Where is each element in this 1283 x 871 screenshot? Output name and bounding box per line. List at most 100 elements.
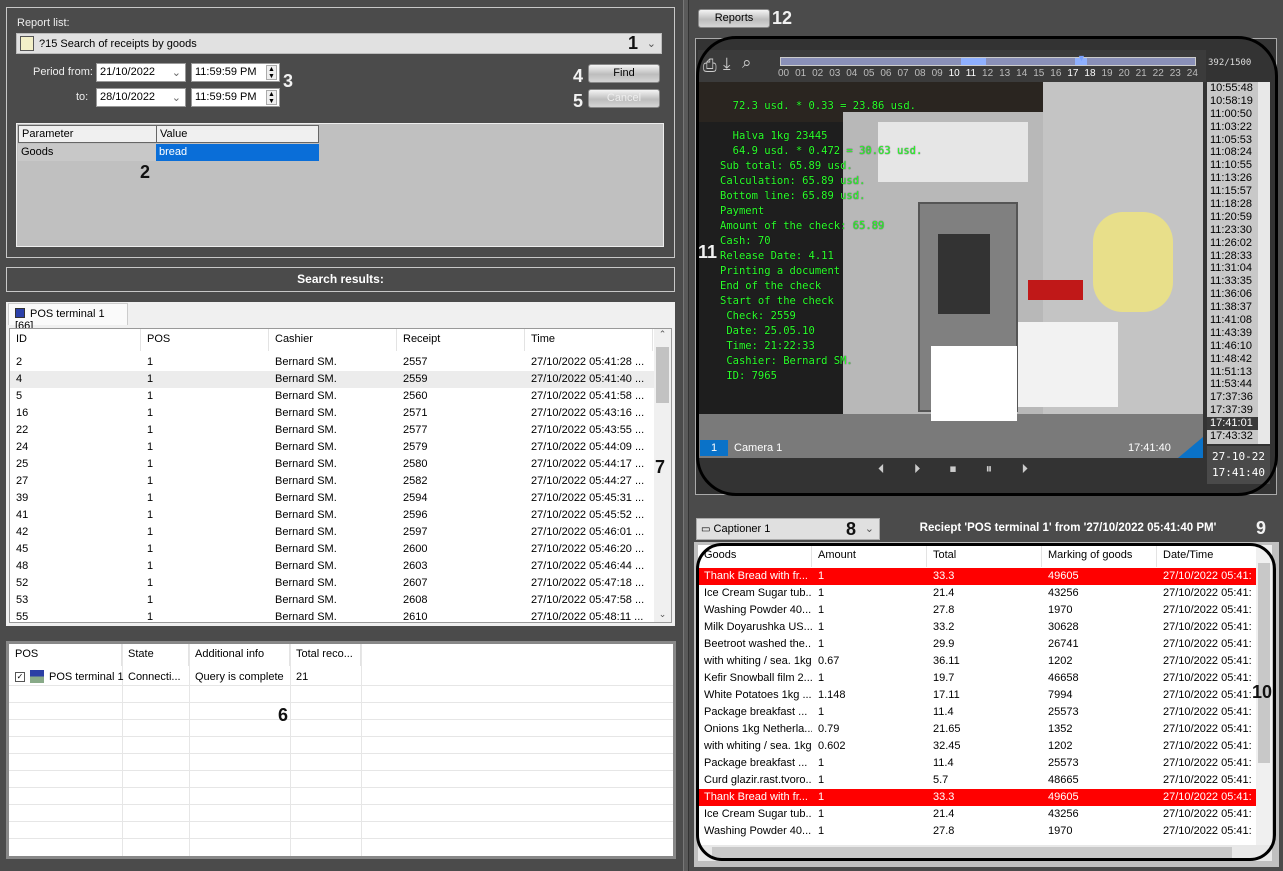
table-cell: 27/10/2022 05:45:52 ...	[531, 509, 645, 521]
table-row[interactable]: 2 1 Bernard SM. 2557 27/10/2022 05:41:28 ...	[10, 354, 654, 371]
param-value-cell[interactable]: bread	[156, 144, 319, 161]
column-header[interactable]: Receipt	[397, 329, 525, 351]
checkbox[interactable]: ✓	[15, 672, 25, 682]
table-cell: 27/10/2022 05:43:55 ...	[531, 424, 645, 436]
table-cell: 1	[147, 594, 154, 606]
table-cell: 2596	[403, 509, 428, 521]
from-time-picker[interactable]: 11:59:59 PM ▲ ▼	[191, 63, 280, 82]
table-row[interactable]	[9, 822, 673, 839]
table-cell: 1	[147, 611, 154, 623]
table-row[interactable]: 53 1 Bernard SM. 2608 27/10/2022 05:47:58 ..…	[10, 592, 654, 609]
captioner-value: Captioner 1	[713, 523, 771, 535]
table-row[interactable]	[9, 737, 673, 754]
from-date-picker[interactable]: 21/10/2022 ⌄	[96, 63, 186, 82]
table-row[interactable]	[9, 703, 673, 720]
table-row[interactable]	[9, 686, 673, 703]
splitter[interactable]	[683, 0, 689, 871]
table-row[interactable]: 27 1 Bernard SM. 2582 27/10/2022 05:44:27 ..…	[10, 473, 654, 490]
to-time-picker[interactable]: 11:59:59 PM ▲ ▼	[191, 88, 280, 107]
table-cell: 1	[147, 424, 154, 436]
table-row[interactable]: 22 1 Bernard SM. 2577 27/10/2022 05:43:55 ..…	[10, 422, 654, 439]
table-row[interactable]: 41 1 Bernard SM. 2596 27/10/2022 05:45:52 ..…	[10, 507, 654, 524]
from-time-value: 11:59:59 PM	[195, 66, 257, 78]
highlight-outline	[696, 36, 1278, 496]
param-header: Parameter	[18, 125, 160, 143]
table-row[interactable]: 52 1 Bernard SM. 2607 27/10/2022 05:47:18 ..…	[10, 575, 654, 592]
table-cell: 27/10/2022 05:44:17 ...	[531, 458, 645, 470]
table-cell: 27/10/2022 05:47:18 ...	[531, 577, 645, 589]
table-cell: Bernard SM.	[275, 492, 337, 504]
table-cell: 27/10/2022 05:44:27 ...	[531, 475, 645, 487]
network-terminal-icon	[30, 670, 44, 683]
table-cell: 27/10/2022 05:41:40 ...	[531, 373, 645, 385]
param-name-cell: Goods	[18, 144, 156, 161]
table-row[interactable]	[9, 805, 673, 822]
reports-button[interactable]: Reports	[698, 9, 770, 28]
table-cell: 16	[16, 407, 29, 419]
table-row[interactable]: 55 1 Bernard SM. 2610 27/10/2022 05:48:11 ..…	[10, 609, 654, 623]
chevron-down-icon: ⌄	[864, 523, 874, 535]
table-cell: 1	[147, 441, 154, 453]
scroll-thumb[interactable]	[656, 347, 669, 403]
table-cell: 1	[147, 407, 154, 419]
parameter-grid: Parameter Value Goods bread	[16, 123, 664, 247]
table-cell: 22	[16, 424, 29, 436]
table-cell: 48	[16, 560, 29, 572]
table-cell: Bernard SM.	[275, 509, 337, 521]
table-cell: 27/10/2022 05:47:58 ...	[531, 594, 645, 606]
time-spinner[interactable]: ▲ ▼	[266, 90, 277, 105]
table-row[interactable]: 5 1 Bernard SM. 2560 27/10/2022 05:41:58 ...	[10, 388, 654, 405]
table-cell: 42	[16, 526, 29, 538]
table-row[interactable]: 4 1 Bernard SM. 2559 27/10/2022 05:41:40 ...	[10, 371, 654, 388]
annotation-9: 9	[1256, 518, 1267, 538]
table-cell: 27/10/2022 05:46:44 ...	[531, 560, 645, 572]
table-header: ID POS Cashier Receipt Time	[10, 329, 671, 351]
tab-pos-terminal-1[interactable]: POS terminal 1 [66]	[8, 303, 128, 332]
column-header[interactable]: Additional info	[189, 644, 290, 666]
table-cell: 45	[16, 543, 29, 555]
table-cell: 1	[147, 356, 154, 368]
time-spinner[interactable]: ▲ ▼	[266, 65, 277, 80]
table-row[interactable]	[9, 720, 673, 737]
chevron-down-icon: ⌄	[171, 67, 181, 79]
table-row[interactable]: 48 1 Bernard SM. 2603 27/10/2022 05:46:44 ..…	[10, 558, 654, 575]
table-row[interactable]	[9, 771, 673, 788]
pos-status-table: POS State Additional info Total reco... ✓ PO…	[9, 644, 673, 856]
camera-icon: ▭	[701, 524, 711, 535]
table-row[interactable]: 25 1 Bernard SM. 2580 27/10/2022 05:44:17 ..…	[10, 456, 654, 473]
table-cell: Bernard SM.	[275, 424, 337, 436]
table-cell: 2	[16, 356, 23, 368]
table-cell: 1	[147, 509, 154, 521]
annotation-8: 8	[846, 519, 857, 539]
cancel-button[interactable]: Cancel	[588, 89, 660, 108]
table-row[interactable]: 39 1 Bernard SM. 2594 27/10/2022 05:45:31 ..…	[10, 490, 654, 507]
table-row[interactable]	[9, 788, 673, 805]
column-header[interactable]: POS	[9, 644, 122, 666]
column-header[interactable]: State	[122, 644, 189, 666]
column-header[interactable]: ID	[10, 329, 141, 351]
search-results-title: Search results:	[6, 267, 675, 292]
table-cell: 21	[296, 671, 309, 683]
table-row[interactable]: 16 1 Bernard SM. 2571 27/10/2022 05:43:16 ..…	[10, 405, 654, 422]
table-row[interactable]: ✓ POS terminal 1 Connecti... Query is compl…	[9, 669, 673, 686]
table-cell: 27/10/2022 05:46:20 ...	[531, 543, 645, 555]
table-cell: Bernard SM.	[275, 373, 337, 385]
column-header[interactable]: Total reco...	[290, 644, 361, 666]
table-cell: 2579	[403, 441, 428, 453]
table-cell: 52	[16, 577, 29, 589]
to-date-picker[interactable]: 28/10/2022 ⌄	[96, 88, 186, 107]
table-row[interactable]	[9, 754, 673, 771]
table-row[interactable]: 42 1 Bernard SM. 2597 27/10/2022 05:46:01 ..…	[10, 524, 654, 541]
report-list-dropdown[interactable]: ?15 Search of receipts by goods ⌄	[16, 33, 662, 54]
table-row[interactable]: 24 1 Bernard SM. 2579 27/10/2022 05:44:09 ..…	[10, 439, 654, 456]
table-cell: 2594	[403, 492, 428, 504]
report-icon	[20, 36, 34, 51]
table-cell: Query is complete	[195, 671, 284, 683]
column-header[interactable]: Cashier	[269, 329, 397, 351]
table-cell: 1	[147, 390, 154, 402]
table-cell: 2560	[403, 390, 428, 402]
table-row[interactable]: 45 1 Bernard SM. 2600 27/10/2022 05:46:20 ..…	[10, 541, 654, 558]
column-header[interactable]: POS	[141, 329, 269, 351]
find-button[interactable]: Find	[588, 64, 660, 83]
column-header[interactable]: Time	[525, 329, 653, 351]
